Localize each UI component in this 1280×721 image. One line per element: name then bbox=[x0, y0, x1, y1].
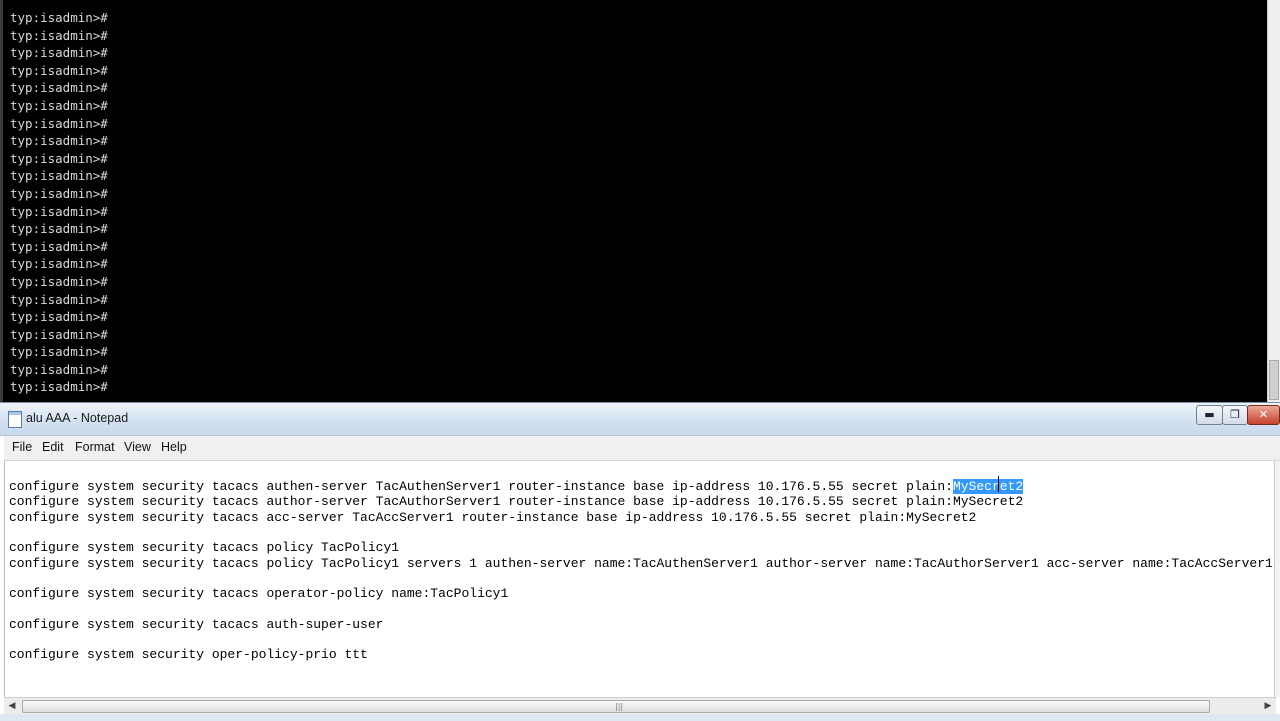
code-line-1: configure system security tacacs authen-… bbox=[9, 479, 1024, 494]
terminal-prompt-line: typ:isadmin># bbox=[10, 150, 108, 166]
text-editor-area[interactable]: configure system security tacacs authen-… bbox=[4, 461, 1276, 697]
terminal-prompt-line: typ:isadmin># bbox=[10, 10, 108, 25]
terminal-prompt-line: typ:isadmin># bbox=[10, 45, 108, 61]
terminal-prompt-line: typ:isadmin># bbox=[10, 27, 108, 43]
terminal-prompt-line: typ:isadmin># bbox=[10, 203, 108, 219]
menu-help[interactable]: Help bbox=[161, 440, 187, 454]
code-line-1-text: configure system security tacacs authen-… bbox=[9, 479, 953, 494]
title-bar[interactable]: alu AAA - Notepad ▬ ❐ ✕ bbox=[0, 403, 1280, 436]
terminal-prompt-line: typ:isadmin># bbox=[10, 379, 108, 395]
terminal-prompt-line: typ:isadmin># bbox=[10, 344, 108, 360]
terminal-prompt-line: typ:isadmin># bbox=[10, 291, 108, 307]
terminal-prompt-line: typ:isadmin># bbox=[10, 361, 108, 377]
menu-bar: File Edit Format View Help bbox=[4, 436, 1280, 461]
scroll-left-arrow-icon[interactable]: ◀ bbox=[4, 698, 20, 714]
terminal-prompt-line: typ:isadmin># bbox=[10, 326, 108, 342]
terminal-prompt-line: typ:isadmin># bbox=[10, 273, 108, 289]
menu-file[interactable]: File bbox=[12, 440, 32, 454]
menu-view[interactable]: View bbox=[124, 440, 151, 454]
terminal-prompt-line: typ:isadmin># bbox=[10, 309, 108, 325]
terminal-prompt-line: typ:isadmin># bbox=[10, 97, 108, 113]
minimize-button[interactable]: ▬ bbox=[1196, 405, 1223, 425]
code-line-4: configure system security tacacs policy … bbox=[9, 540, 400, 555]
maximize-button[interactable]: ❐ bbox=[1222, 405, 1248, 425]
terminal-prompt-line: typ:isadmin># bbox=[10, 238, 108, 254]
code-line-2: configure system security tacacs author-… bbox=[9, 494, 1024, 509]
window-title: alu AAA - Notepad bbox=[26, 411, 129, 425]
notepad-window[interactable]: alu AAA - Notepad ▬ ❐ ✕ File Edit Format… bbox=[0, 402, 1280, 721]
code-line-3: configure system security tacacs acc-ser… bbox=[9, 510, 977, 525]
scrollbar-grip-icon: ||| bbox=[615, 702, 624, 711]
menu-edit[interactable]: Edit bbox=[42, 440, 64, 454]
terminal-prompt-line: typ:isadmin># bbox=[10, 256, 108, 272]
menu-format[interactable]: Format bbox=[75, 440, 115, 454]
terminal-prompt-line: typ:isadmin># bbox=[10, 168, 108, 184]
text-cursor-icon bbox=[998, 476, 999, 492]
scroll-right-arrow-icon[interactable]: ▶ bbox=[1260, 698, 1276, 714]
code-line-6: configure system security tacacs operato… bbox=[9, 586, 509, 601]
terminal-prompt-line: typ:isadmin># bbox=[10, 62, 108, 78]
editor-horizontal-scrollbar[interactable]: ◀ ||| ▶ bbox=[4, 697, 1276, 714]
notepad-app-icon[interactable] bbox=[8, 411, 22, 428]
terminal-prompt-line: typ:isadmin># bbox=[10, 133, 108, 149]
editor-vertical-scrollbar[interactable] bbox=[1274, 461, 1280, 697]
terminal-left-edge bbox=[0, 0, 3, 402]
terminal-prompt-line: typ:isadmin># bbox=[10, 185, 108, 201]
terminal-prompt-line: typ:isadmin># bbox=[10, 115, 108, 131]
code-line-5: configure system security tacacs policy … bbox=[9, 556, 1276, 571]
terminal-output: typ:isadmin># typ:isadmin># typ:isadmin>… bbox=[10, 9, 108, 396]
horizontal-scrollbar-thumb[interactable]: ||| bbox=[22, 700, 1210, 713]
selected-text: MySecret2 bbox=[952, 479, 1024, 494]
terminal-prompt-line: typ:isadmin># bbox=[10, 221, 108, 237]
code-line-8: configure system security oper-policy-pr… bbox=[9, 647, 368, 662]
terminal-window[interactable]: typ:isadmin># typ:isadmin># typ:isadmin>… bbox=[0, 0, 1280, 402]
terminal-scrollbar-thumb[interactable] bbox=[1269, 360, 1279, 400]
terminal-scrollbar[interactable] bbox=[1267, 0, 1280, 402]
code-line-7: configure system security tacacs auth-su… bbox=[9, 617, 384, 632]
terminal-prompt-line: typ:isadmin># bbox=[10, 80, 108, 96]
close-button[interactable]: ✕ bbox=[1247, 405, 1280, 425]
